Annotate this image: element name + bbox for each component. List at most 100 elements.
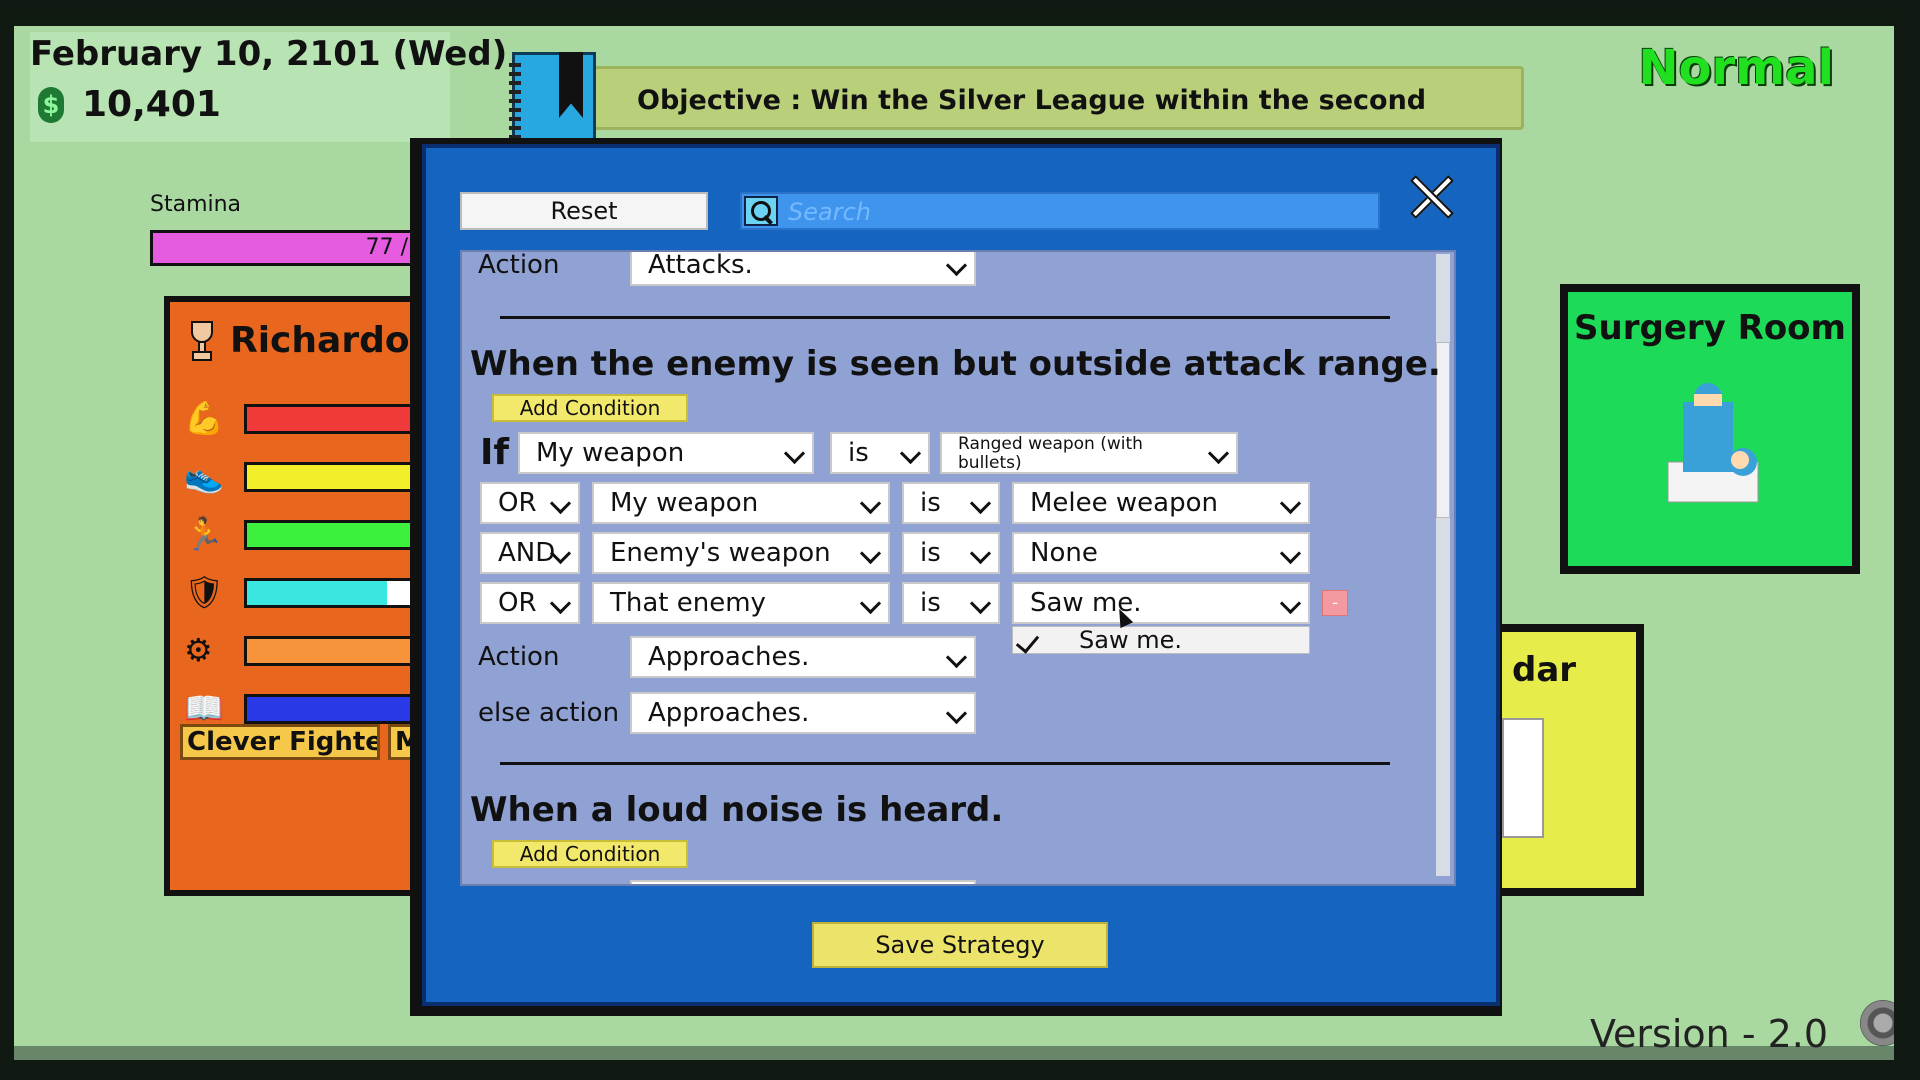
chevron-down-icon — [859, 492, 882, 515]
condition-operator-select[interactable]: is — [902, 532, 1000, 574]
defense-icon: 🛡 — [184, 573, 225, 611]
save-strategy-button[interactable]: Save Strategy — [812, 922, 1108, 968]
condition-operator-value: is — [920, 488, 941, 518]
if-subject-select[interactable]: My weapon — [518, 432, 814, 474]
chevron-down-icon — [969, 592, 992, 615]
technique-icon: ⚙ — [184, 631, 213, 669]
section-divider — [500, 762, 1390, 765]
chevron-down-icon — [945, 646, 968, 669]
condition-value-select[interactable]: Saw me. — [1012, 582, 1310, 624]
condition-value-select[interactable]: None — [1012, 532, 1310, 574]
condition-subject-select[interactable]: My weapon — [592, 482, 890, 524]
conjunction-value: AND — [498, 538, 556, 568]
bookmark-ribbon — [559, 52, 583, 118]
condition-operator-value: is — [920, 588, 941, 618]
chevron-down-icon — [1279, 492, 1302, 515]
notebook-icon[interactable] — [509, 52, 596, 152]
character-name: Richardo — [230, 320, 410, 361]
top-border — [14, 12, 1894, 26]
calendar-card[interactable]: dar — [1494, 624, 1644, 896]
notebook-spiral — [509, 63, 521, 143]
condition-operator-value: is — [920, 538, 941, 568]
close-icon[interactable] — [1408, 172, 1456, 220]
trait-badge: Clever Fighter — [180, 724, 380, 760]
calendar-icon — [1502, 718, 1544, 838]
speed-icon: 👟 — [184, 457, 224, 495]
objective-banner: Objective : Win the Silver League within… — [554, 66, 1524, 180]
if-value-text: Ranged weapon (with bullets) — [958, 434, 1143, 473]
condition-operator-select[interactable]: is — [902, 582, 1000, 624]
search-input[interactable] — [786, 196, 1370, 228]
action-label: Action — [478, 642, 560, 672]
else-action-value: Approaches. — [648, 698, 810, 728]
stamina-bar: 77 / 1 — [150, 230, 440, 266]
credit-icon: $ — [38, 86, 64, 123]
action-select-value: Approaches. — [648, 642, 810, 672]
if-subject-value: My weapon — [536, 438, 685, 468]
checkmark-icon — [1015, 629, 1040, 654]
calendar-title: dar — [1512, 650, 1577, 690]
money-row: $ 10,401 — [38, 84, 221, 125]
money-value: 10,401 — [82, 84, 221, 125]
chevron-down-icon — [969, 542, 992, 565]
settings-gear-icon[interactable] — [1860, 1000, 1894, 1046]
if-label: If — [480, 432, 510, 473]
section-heading: When the enemy is seen but outside attac… — [470, 344, 1441, 384]
chevron-down-icon — [945, 254, 968, 277]
conjunction-value: OR — [498, 588, 537, 618]
intelligence-icon: 📖 — [184, 689, 224, 727]
difficulty-label: Normal — [1638, 40, 1834, 96]
chevron-down-icon — [549, 492, 572, 515]
strategy-panel: Action Attacks. When the enemy is seen b… — [460, 250, 1456, 886]
condition-value-select[interactable]: Melee weapon — [1012, 482, 1310, 524]
date-label: February 10, 2101 (Wed) — [30, 34, 508, 74]
chevron-down-icon — [783, 442, 806, 465]
conjunction-select[interactable]: OR — [480, 582, 580, 624]
section-heading: When a loud noise is heard. — [470, 790, 1004, 830]
conjunction-value: OR — [498, 488, 537, 518]
condition-subject-select[interactable]: Enemy's weapon — [592, 532, 890, 574]
trophy-icon — [191, 321, 213, 361]
condition-subject-value: My weapon — [610, 488, 759, 518]
stamina-label: Stamina — [150, 192, 242, 217]
condition-subject-select[interactable]: That enemy — [592, 582, 890, 624]
condition-value-text: Melee weapon — [1030, 488, 1218, 518]
condition-subject-value: Enemy's weapon — [610, 538, 831, 568]
condition-subject-value: That enemy — [610, 588, 766, 618]
action-select[interactable]: Attacks. — [630, 252, 976, 286]
surgery-room-card[interactable]: Surgery Room — [1560, 284, 1860, 574]
surgeon-icon — [1667, 383, 1759, 503]
else-action-label: else action — [478, 698, 620, 728]
version-label: Version - 2.0 — [1590, 1012, 1829, 1056]
condition-operator-select[interactable]: is — [902, 482, 1000, 524]
chevron-down-icon — [969, 492, 992, 515]
search-icon — [744, 196, 778, 226]
action-label: Action — [478, 250, 560, 280]
strength-icon: 💪 — [184, 399, 224, 437]
add-condition-button[interactable]: Add Condition — [492, 394, 688, 422]
reset-button[interactable]: Reset — [460, 192, 708, 230]
chevron-down-icon — [1279, 592, 1302, 615]
search-bar — [740, 192, 1380, 230]
if-value-select[interactable]: Ranged weapon (with bullets) — [940, 432, 1238, 474]
chevron-down-icon — [1279, 542, 1302, 565]
remove-condition-button[interactable]: - — [1322, 590, 1348, 616]
action-select[interactable] — [630, 880, 976, 884]
else-action-select[interactable]: Approaches. — [630, 692, 976, 734]
chevron-down-icon — [1207, 442, 1230, 465]
if-operator-value: is — [848, 438, 869, 468]
conjunction-select[interactable]: AND — [480, 532, 580, 574]
dropdown-option[interactable]: Saw me. — [1012, 626, 1310, 654]
chevron-down-icon — [945, 702, 968, 725]
agility-icon: 🏃 — [184, 515, 224, 553]
surgery-room-title: Surgery Room — [1574, 308, 1846, 348]
chevron-down-icon — [549, 592, 572, 615]
add-condition-button[interactable]: Add Condition — [492, 840, 688, 868]
if-operator-select[interactable]: is — [830, 432, 930, 474]
conjunction-select[interactable]: OR — [480, 482, 580, 524]
condition-value-text: None — [1030, 538, 1098, 568]
action-select[interactable]: Approaches. — [630, 636, 976, 678]
section-divider — [500, 316, 1390, 319]
chevron-down-icon — [859, 542, 882, 565]
chevron-down-icon — [859, 592, 882, 615]
